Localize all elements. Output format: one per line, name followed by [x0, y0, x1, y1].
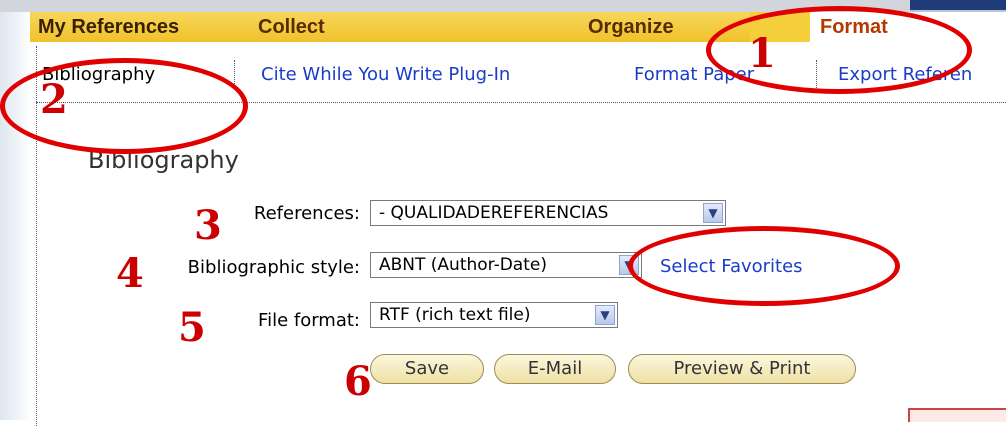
- annotation-ellipse-format: [706, 6, 972, 94]
- save-button[interactable]: Save: [370, 354, 484, 384]
- annotation-number-4: 4: [116, 250, 144, 297]
- references-label: References:: [253, 203, 360, 224]
- annotation-number-6: 6: [344, 358, 372, 405]
- top-strip-accent: [910, 0, 1006, 12]
- tab-my-references[interactable]: My References: [30, 12, 250, 42]
- annotation-number-5: 5: [178, 304, 206, 351]
- tab-collect[interactable]: Collect: [250, 12, 450, 42]
- preview-print-button[interactable]: Preview & Print: [628, 354, 856, 384]
- annotation-ellipse-bibliography: [0, 58, 248, 154]
- annotation-number-2: 2: [40, 76, 68, 123]
- bibliographic-style-value: ABNT (Author-Date): [379, 255, 547, 275]
- annotation-number-3: 3: [194, 202, 222, 249]
- file-format-value: RTF (rich text file): [379, 305, 531, 325]
- bibliographic-style-label: Bibliographic style:: [187, 257, 360, 278]
- bibliographic-style-select[interactable]: ABNT (Author-Date) ▼: [370, 252, 642, 278]
- subtab-cite-while-you-write[interactable]: Cite While You Write Plug-In: [261, 64, 510, 85]
- chevron-down-icon[interactable]: ▼: [703, 203, 723, 223]
- references-select[interactable]: - QUALIDADEREFERENCIAS ▼: [370, 200, 726, 226]
- file-format-label: File format:: [258, 310, 360, 331]
- left-gradient-bar: [0, 0, 30, 420]
- annotation-ellipse-favorites: [628, 226, 900, 306]
- chevron-down-icon[interactable]: ▼: [595, 305, 615, 325]
- file-format-select[interactable]: RTF (rich text file) ▼: [370, 302, 618, 328]
- tab-organize[interactable]: Organize: [450, 12, 750, 42]
- email-button[interactable]: E-Mail: [494, 354, 616, 384]
- annotation-number-1: 1: [748, 30, 776, 77]
- references-value: - QUALIDADEREFERENCIAS: [379, 203, 609, 223]
